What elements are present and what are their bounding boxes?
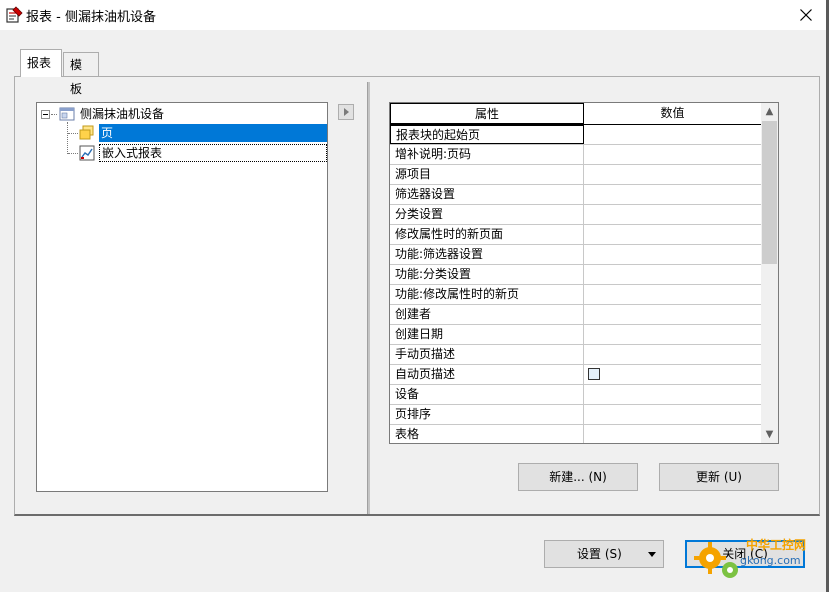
grid-row[interactable]: 增补说明:页码	[390, 145, 762, 165]
scroll-down-icon[interactable]: ▼	[761, 426, 778, 443]
grid-row[interactable]: 报表块的起始页	[390, 125, 762, 145]
tree-item-page[interactable]: 页	[99, 124, 327, 142]
watermark-logo: 中华工控网 gkong.com	[690, 530, 820, 588]
tree-item-page-label: 页	[101, 126, 114, 140]
property-value-cell[interactable]	[584, 225, 762, 244]
report-app-icon	[6, 6, 23, 23]
grid-row[interactable]: 源项目	[390, 165, 762, 185]
property-name-cell[interactable]: 手动页描述	[390, 345, 584, 364]
grid-row[interactable]: 功能:分类设置	[390, 265, 762, 285]
property-grid[interactable]: 属性 数值 报表块的起始页 增补说明:页码 源项目 筛选器设置 分类设置 修改属性时的新页…	[389, 102, 779, 444]
header-property[interactable]: 属性	[390, 103, 584, 124]
settings-button[interactable]: 设置 (S)	[544, 540, 664, 568]
property-name-cell[interactable]: 筛选器设置	[390, 185, 584, 204]
tab-report[interactable]: 报表	[20, 49, 62, 77]
panel-splitter[interactable]	[367, 82, 370, 514]
title-bar: 报表 - 侧漏抹油机设备	[0, 0, 829, 30]
grid-row[interactable]: 修改属性时的新页面	[390, 225, 762, 245]
tab-template[interactable]: 模板	[63, 52, 99, 96]
grid-row[interactable]: 分类设置	[390, 205, 762, 225]
tree-item-embedded-report[interactable]: 嵌入式报表	[99, 144, 327, 162]
property-name-cell[interactable]: 创建日期	[390, 325, 584, 344]
property-name-cell[interactable]: 自动页描述	[390, 365, 584, 384]
property-value-cell[interactable]	[584, 425, 762, 443]
embedded-report-icon	[79, 145, 95, 161]
grid-row[interactable]: 功能:筛选器设置	[390, 245, 762, 265]
property-value-cell[interactable]	[584, 185, 762, 204]
property-value-cell[interactable]	[584, 385, 762, 404]
tab-report-label: 报表	[27, 56, 52, 70]
close-icon	[800, 9, 812, 21]
header-value[interactable]: 数值	[584, 103, 762, 124]
property-value-cell[interactable]	[584, 205, 762, 224]
report-tree[interactable]: 侧漏抹油机设备 页 嵌入式报表	[36, 102, 328, 492]
property-value-cell[interactable]	[584, 365, 762, 384]
grid-row[interactable]: 表格	[390, 425, 762, 443]
grid-header: 属性 数值	[390, 103, 762, 125]
watermark-text-url: gkong.com	[740, 554, 801, 567]
update-button[interactable]: 更新 (U)	[659, 463, 779, 491]
property-value-cell[interactable]	[584, 165, 762, 184]
new-button[interactable]: 新建... (N)	[518, 463, 638, 491]
grid-row[interactable]: 设备	[390, 385, 762, 405]
window-close-button[interactable]	[783, 0, 829, 30]
tree-item-embedded-report-label: 嵌入式报表	[102, 146, 163, 160]
grid-row[interactable]: 创建日期	[390, 325, 762, 345]
tab-template-label: 模板	[70, 58, 83, 96]
grid-row[interactable]: 创建者	[390, 305, 762, 325]
tree-collapse-toggle[interactable]	[41, 110, 50, 119]
header-property-label: 属性	[474, 107, 499, 121]
property-value-cell[interactable]	[584, 245, 762, 264]
property-value-cell[interactable]	[584, 405, 762, 424]
scroll-thumb[interactable]	[762, 121, 777, 264]
gear-logo-icon	[694, 542, 738, 578]
header-value-label: 数值	[660, 106, 685, 120]
grid-row[interactable]: 筛选器设置	[390, 185, 762, 205]
grid-row[interactable]: 手动页描述	[390, 345, 762, 365]
scroll-up-icon[interactable]: ▲	[761, 103, 778, 120]
property-value-cell[interactable]	[584, 145, 762, 164]
window-title: 报表 - 侧漏抹油机设备	[26, 10, 156, 25]
property-value-cell[interactable]	[584, 325, 762, 344]
property-name-cell[interactable]: 修改属性时的新页面	[390, 225, 584, 244]
grid-scrollbar[interactable]: ▲ ▼	[761, 103, 778, 443]
report-window-icon	[59, 107, 75, 121]
property-name-cell[interactable]: 增补说明:页码	[390, 145, 584, 164]
property-name-cell[interactable]: 功能:筛选器设置	[390, 245, 584, 264]
property-name-cell[interactable]: 报表块的起始页	[390, 125, 584, 144]
chevron-down-icon[interactable]	[648, 552, 656, 557]
property-value-cell[interactable]	[584, 345, 762, 364]
page-icon	[79, 125, 94, 140]
grid-row[interactable]: 页排序	[390, 405, 762, 425]
property-value-cell[interactable]	[584, 285, 762, 304]
property-name-cell[interactable]: 功能:分类设置	[390, 265, 584, 284]
property-name-cell[interactable]: 源项目	[390, 165, 584, 184]
tree-root-label: 侧漏抹油机设备	[80, 107, 165, 121]
property-value-cell[interactable]	[584, 125, 762, 144]
property-value-cell[interactable]	[584, 265, 762, 284]
property-name-cell[interactable]: 分类设置	[390, 205, 584, 224]
property-name-cell[interactable]: 页排序	[390, 405, 584, 424]
tree-root-item[interactable]: 侧漏抹油机设备	[80, 105, 164, 123]
grid-row[interactable]: 自动页描述	[390, 365, 762, 385]
property-value-cell[interactable]	[584, 305, 762, 324]
grid-row[interactable]: 功能:修改属性时的新页	[390, 285, 762, 305]
watermark-text-cn: 中华工控网	[746, 538, 807, 552]
property-name-cell[interactable]: 创建者	[390, 305, 584, 324]
expand-arrow-button[interactable]	[338, 104, 354, 120]
property-name-cell[interactable]: 设备	[390, 385, 584, 404]
update-button-label: 更新 (U)	[696, 470, 742, 484]
property-name-cell[interactable]: 功能:修改属性时的新页	[390, 285, 584, 304]
property-name-cell[interactable]: 表格	[390, 425, 584, 443]
auto-page-description-checkbox[interactable]	[588, 368, 600, 380]
settings-button-label: 设置 (S)	[577, 547, 622, 561]
new-button-label: 新建... (N)	[549, 470, 607, 484]
